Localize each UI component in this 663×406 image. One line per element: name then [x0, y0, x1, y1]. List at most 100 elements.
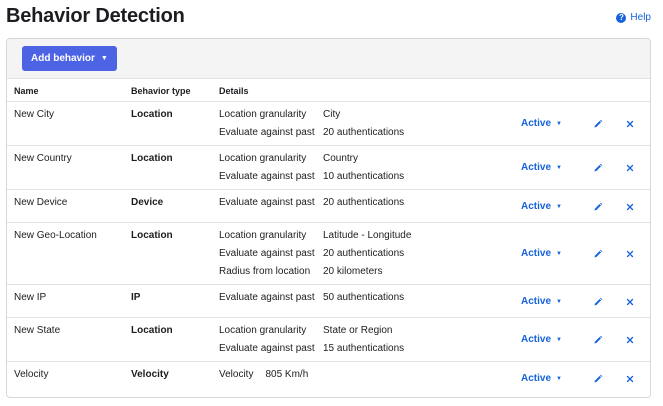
- table-header: Name Behavior type Details: [7, 79, 650, 102]
- detail-label: Location granularity: [219, 153, 307, 164]
- status-label: Active: [521, 162, 552, 173]
- detail-label: Evaluate against past: [219, 171, 315, 182]
- status-dropdown[interactable]: Active ▼: [521, 373, 562, 384]
- column-header-name: Name: [14, 86, 39, 96]
- close-icon[interactable]: [624, 373, 636, 385]
- table-row: New Country Location Location granularity C…: [7, 146, 650, 190]
- status-label: Active: [521, 373, 552, 384]
- status-label: Active: [521, 296, 552, 307]
- help-link[interactable]: ? Help: [616, 12, 651, 23]
- status-dropdown[interactable]: Active ▼: [521, 296, 562, 307]
- detail-line: Radius from location 20 kilometers: [219, 266, 382, 277]
- status-dropdown[interactable]: Active ▼: [521, 334, 562, 345]
- detail-label: Evaluate against past: [219, 127, 315, 138]
- behavior-type: Location: [131, 153, 173, 164]
- detail-label: Location granularity: [219, 325, 307, 336]
- panel-toolbar: Add behavior ▼: [7, 39, 650, 79]
- detail-label: Radius from location: [219, 266, 311, 277]
- table-row: New Device Device Evaluate against past 20 …: [7, 190, 650, 223]
- status-dropdown[interactable]: Active ▼: [521, 201, 562, 212]
- caret-down-icon: ▼: [100, 55, 108, 62]
- detail-value: 15 authentications: [323, 343, 405, 354]
- caret-down-icon: ▼: [556, 298, 562, 305]
- detail-line: Location granularity Latitude - Longitude: [219, 230, 411, 241]
- detail-line: Evaluate against past 10 authentications: [219, 171, 404, 182]
- pencil-icon[interactable]: [592, 248, 604, 260]
- behavior-type: Device: [131, 197, 164, 208]
- detail-label: Location granularity: [219, 109, 307, 120]
- pencil-icon[interactable]: [592, 334, 604, 346]
- close-icon[interactable]: [624, 162, 636, 174]
- close-icon[interactable]: [624, 334, 636, 346]
- close-icon[interactable]: [624, 118, 636, 130]
- detail-line: Evaluate against past 50 authentications: [219, 292, 404, 303]
- pencil-icon[interactable]: [592, 201, 604, 213]
- detail-value: City: [323, 109, 341, 120]
- pencil-icon[interactable]: [592, 296, 604, 308]
- detail-line: Location granularity City: [219, 109, 340, 120]
- status-label: Active: [521, 201, 552, 212]
- detail-label: Evaluate against past: [219, 248, 315, 259]
- pencil-icon[interactable]: [592, 118, 604, 130]
- detail-value: Latitude - Longitude: [323, 230, 412, 241]
- detail-value: Country: [323, 153, 359, 164]
- add-behavior-label: Add behavior: [31, 53, 95, 64]
- behavior-type: Velocity: [131, 369, 169, 380]
- status-dropdown[interactable]: Active ▼: [521, 248, 562, 259]
- detail-value: 10 authentications: [323, 171, 405, 182]
- detail-value: 50 authentications: [323, 292, 405, 303]
- detail-line: Location granularity State or Region: [219, 325, 393, 336]
- detail-line: Velocity 805 Km/h: [219, 369, 308, 380]
- close-icon[interactable]: [624, 248, 636, 260]
- behavior-name: New State: [14, 325, 61, 336]
- pencil-icon[interactable]: [592, 162, 604, 174]
- behavior-type: Location: [131, 230, 173, 241]
- add-behavior-button[interactable]: Add behavior ▼: [22, 46, 117, 71]
- table-row: New IP IP Evaluate against past 50 authenti…: [7, 285, 650, 318]
- caret-down-icon: ▼: [556, 250, 562, 257]
- detail-label: Location granularity: [219, 230, 307, 241]
- close-icon[interactable]: [624, 296, 636, 308]
- detail-line: Location granularity Country: [219, 153, 358, 164]
- status-label: Active: [521, 334, 552, 345]
- behavior-name: New City: [14, 109, 55, 120]
- caret-down-icon: ▼: [556, 164, 562, 171]
- status-label: Active: [521, 118, 552, 129]
- caret-down-icon: ▼: [556, 120, 562, 127]
- behavior-name: New Geo-Location: [14, 230, 97, 241]
- detail-label: Velocity: [219, 369, 254, 380]
- page-title: Behavior Detection: [6, 5, 185, 27]
- help-label: Help: [630, 12, 651, 23]
- behavior-type: Location: [131, 325, 173, 336]
- status-dropdown[interactable]: Active ▼: [521, 162, 562, 173]
- table-row: New Geo-Location Location Location granula…: [7, 223, 650, 285]
- behaviors-panel: Add behavior ▼ Name Behavior type Detail…: [6, 38, 651, 398]
- caret-down-icon: ▼: [556, 336, 562, 343]
- status-dropdown[interactable]: Active ▼: [521, 118, 562, 129]
- behavior-name: Velocity: [14, 369, 49, 380]
- detail-value: State or Region: [323, 325, 393, 336]
- table-row: New City Location Location granularity City…: [7, 102, 650, 146]
- detail-line: Evaluate against past 20 authentications: [219, 197, 404, 208]
- column-header-details: Details: [219, 86, 249, 96]
- detail-value: 20 kilometers: [323, 266, 383, 277]
- close-icon[interactable]: [624, 201, 636, 213]
- help-circle-icon: ?: [616, 12, 627, 23]
- behavior-table-body: New City Location Location granularity City…: [7, 102, 650, 395]
- status-label: Active: [521, 248, 552, 259]
- behavior-type: Location: [131, 109, 173, 120]
- table-row: Velocity Velocity Velocity 805 Km/h Active ▼: [7, 362, 650, 395]
- table-row: New State Location Location granularity Sta…: [7, 318, 650, 362]
- column-header-type: Behavior type: [131, 86, 191, 96]
- detail-value: 20 authentications: [323, 248, 405, 259]
- detail-line: Evaluate against past 20 authentications: [219, 127, 404, 138]
- detail-value: 805 Km/h: [265, 369, 309, 380]
- behavior-name: New Country: [14, 153, 72, 164]
- caret-down-icon: ▼: [556, 203, 562, 210]
- pencil-icon[interactable]: [592, 373, 604, 385]
- caret-down-icon: ▼: [556, 375, 562, 382]
- detail-line: Evaluate against past 20 authentications: [219, 248, 404, 259]
- detail-line: Evaluate against past 15 authentications: [219, 343, 404, 354]
- detail-value: 20 authentications: [323, 197, 405, 208]
- detail-label: Evaluate against past: [219, 343, 315, 354]
